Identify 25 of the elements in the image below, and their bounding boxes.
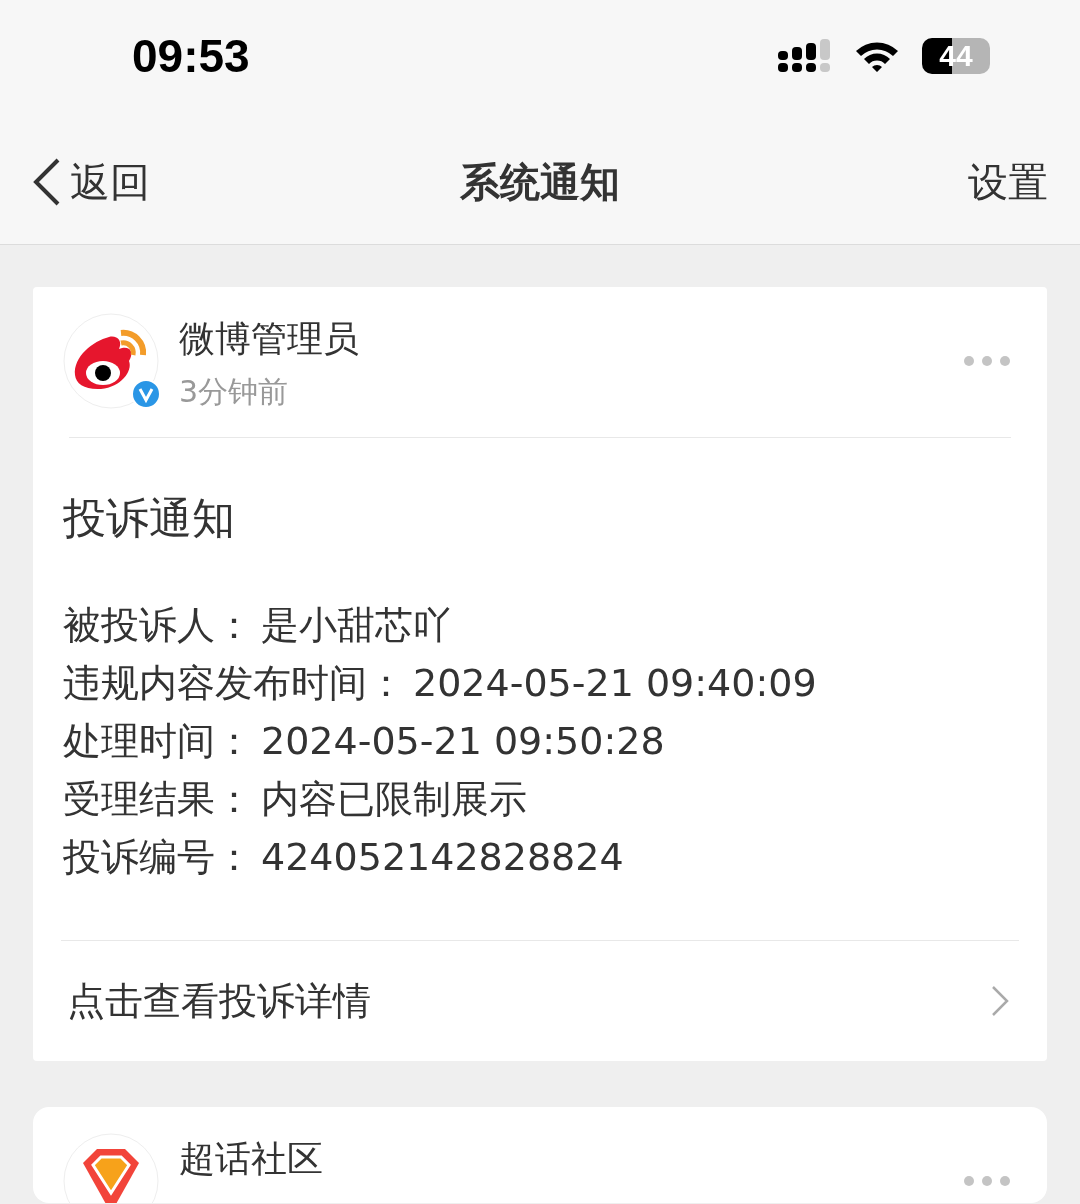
more-icon[interactable] xyxy=(963,355,1011,367)
more-icon[interactable] xyxy=(963,1175,1011,1187)
back-button[interactable]: 返回 xyxy=(32,154,150,210)
sender-name: 超话社区 xyxy=(179,1137,324,1181)
field-value: 2024-05-21 09:50:28 xyxy=(261,718,665,765)
page-title: 系统通知 xyxy=(460,157,620,207)
wifi-icon xyxy=(854,39,900,73)
field-value: 424052142828824 xyxy=(261,834,624,881)
field-label: 被投诉人： xyxy=(63,602,253,649)
field-label: 违规内容发布时间： xyxy=(63,660,405,707)
field-value: 是小甜芯吖 xyxy=(261,602,451,649)
field-label: 处理时间： xyxy=(63,718,253,765)
back-chevron-icon xyxy=(32,158,62,206)
field-label: 投诉编号： xyxy=(63,834,253,881)
field-value: 内容已限制展示 xyxy=(261,776,527,823)
settings-button[interactable]: 设置 xyxy=(968,154,1048,210)
signal-icon xyxy=(778,39,832,73)
notice-title: 投诉通知 xyxy=(63,492,236,545)
field-label: 受理结果： xyxy=(63,776,253,823)
field-value: 2024-05-21 09:40:09 xyxy=(413,660,817,707)
chevron-right-icon xyxy=(991,985,1009,1017)
details-link[interactable]: 点击查看投诉详情 xyxy=(63,941,1017,1061)
sender-name: 微博管理员 xyxy=(179,317,360,361)
status-time: 09:53 xyxy=(132,29,250,83)
post-time: 3分钟前 xyxy=(179,373,290,411)
